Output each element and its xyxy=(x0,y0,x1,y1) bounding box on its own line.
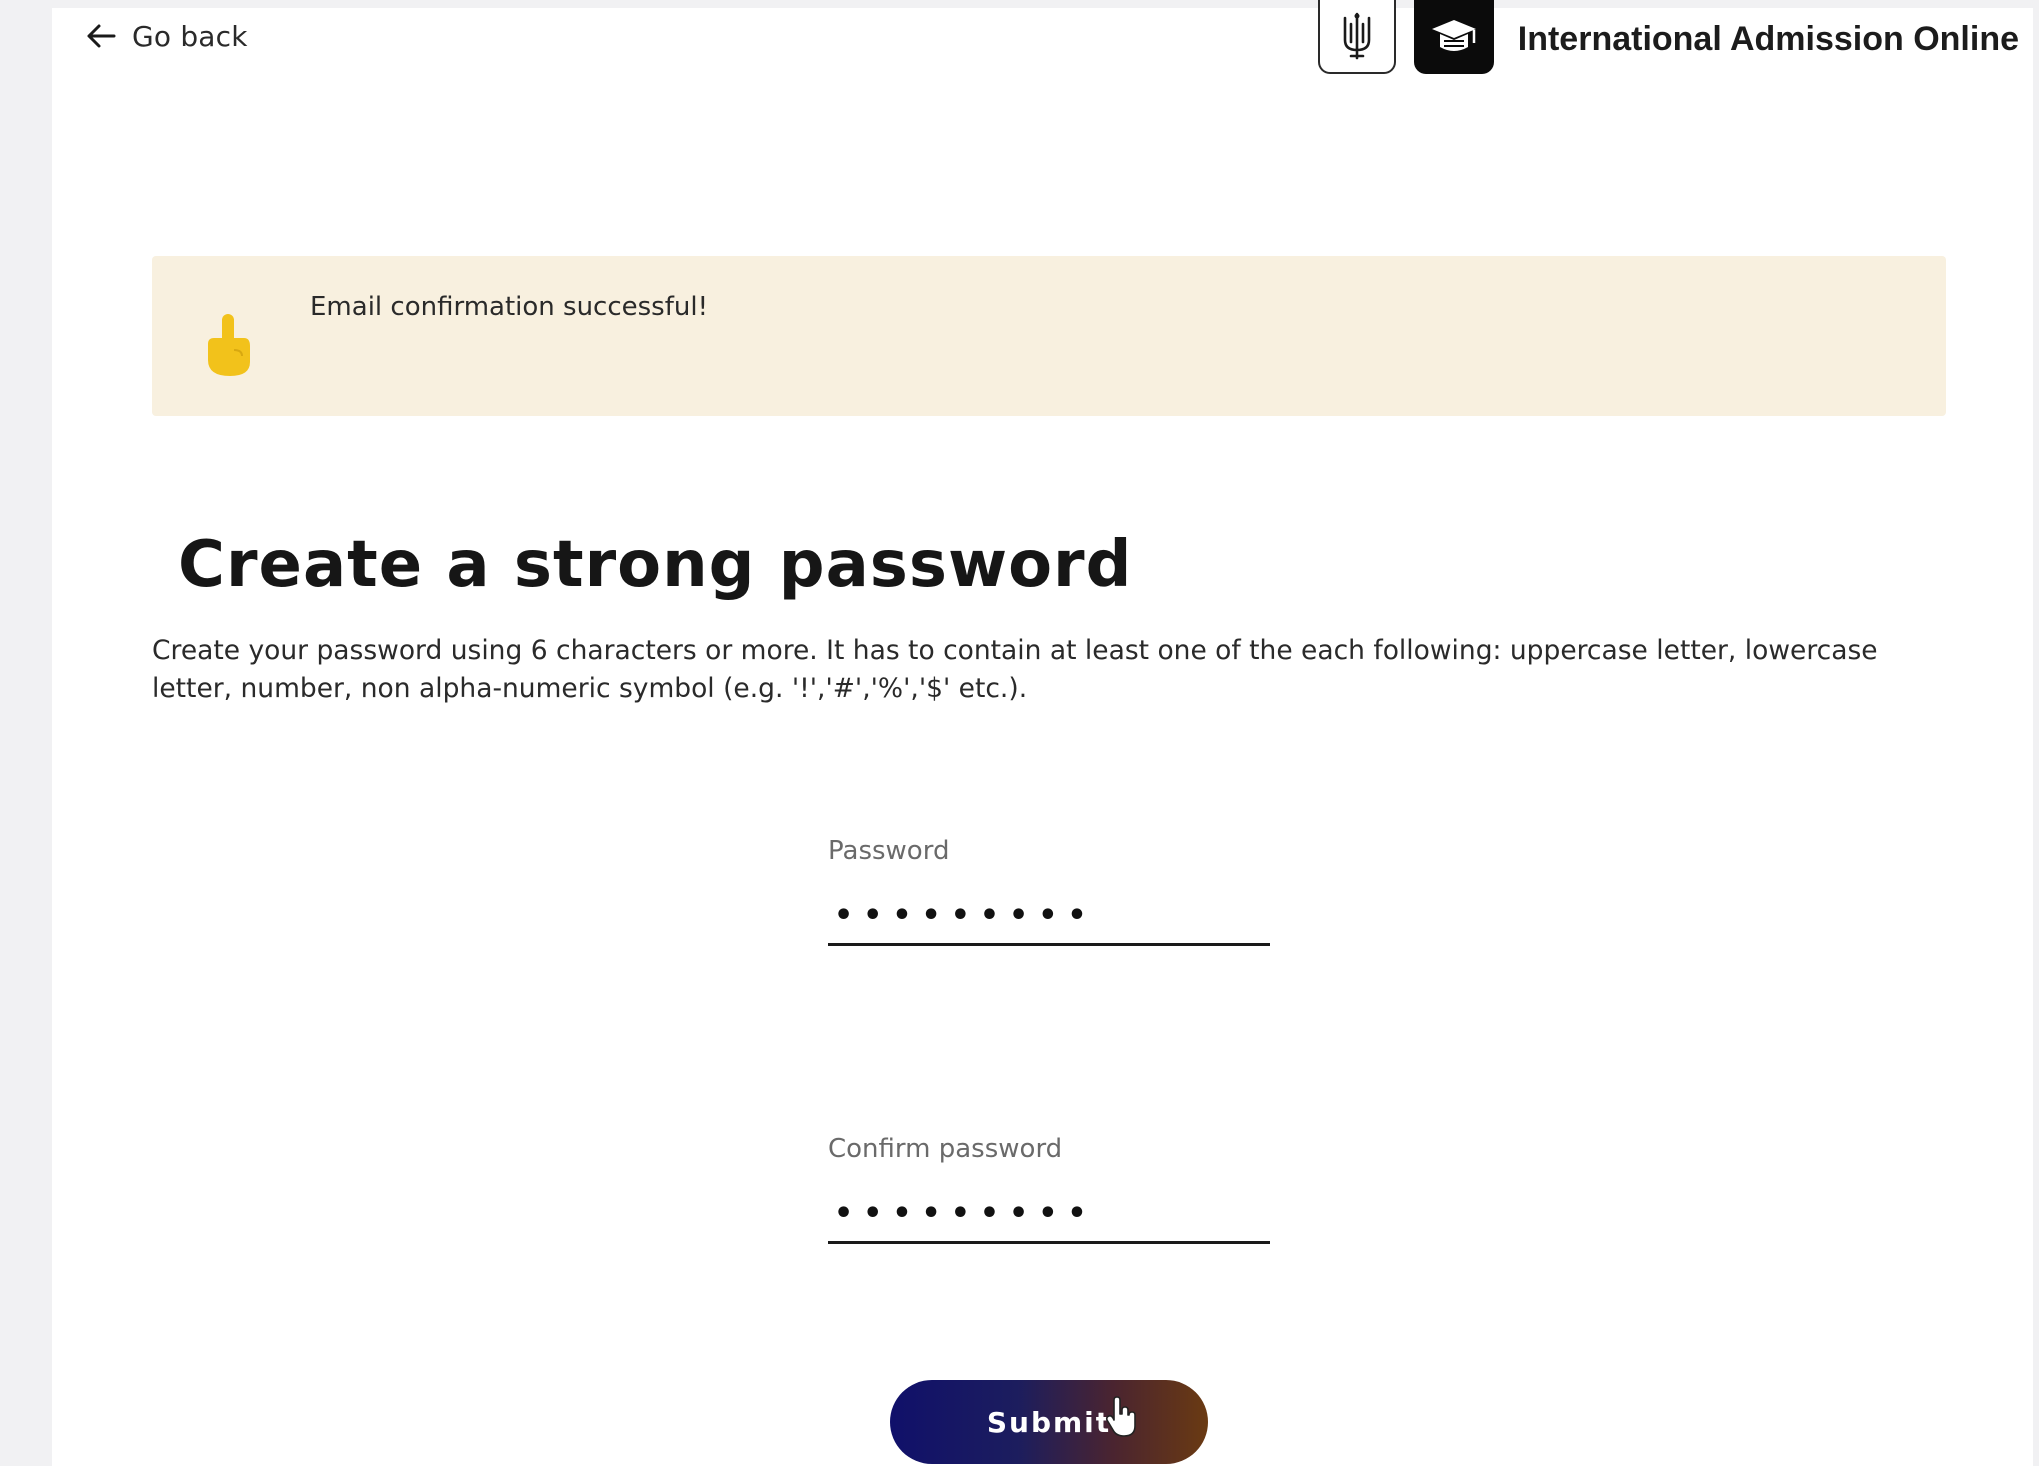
right-gutter xyxy=(2033,0,2039,1466)
pointing-hand-icon xyxy=(200,310,256,382)
page: Go back International Admission Online E… xyxy=(0,0,2039,1466)
brand-title: International Admission Online xyxy=(1517,19,2019,58)
password-input[interactable]: ••••••••• xyxy=(828,888,1270,946)
go-back-label: Go back xyxy=(132,19,248,53)
password-label: Password xyxy=(828,836,950,866)
submit-button[interactable]: Submit xyxy=(890,1380,1208,1464)
email-confirmation-notice: Email confirmation successful! xyxy=(152,256,1946,416)
page-title: Create a strong password xyxy=(178,528,1133,602)
graduation-cap-icon xyxy=(1413,0,1494,74)
go-back-link[interactable]: Go back xyxy=(86,14,248,58)
confirm-password-input[interactable]: ••••••••• xyxy=(828,1186,1270,1244)
trident-emblem-icon xyxy=(1317,0,1396,74)
left-gutter xyxy=(0,0,52,1466)
arrow-left-icon xyxy=(86,23,116,49)
brand: International Admission Online xyxy=(1317,0,2019,78)
notice-message: Email confirmation successful! xyxy=(310,292,708,322)
confirm-password-label: Confirm password xyxy=(828,1134,1063,1164)
password-field-group: Password ••••••••• xyxy=(828,836,1270,946)
password-requirements: Create your password using 6 characters … xyxy=(152,635,1878,704)
confirm-password-field-group: Confirm password ••••••••• xyxy=(828,1134,1270,1244)
